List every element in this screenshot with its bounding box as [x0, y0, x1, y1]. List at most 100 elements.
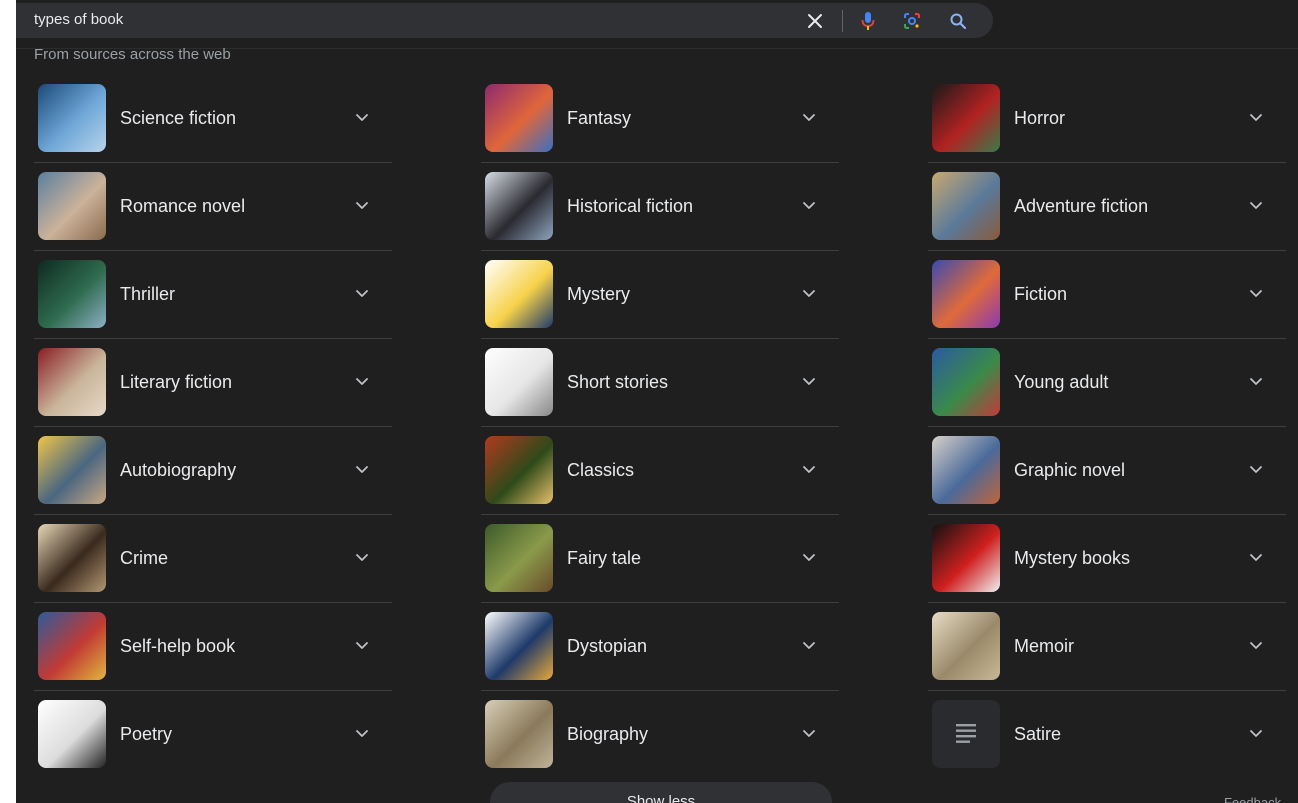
chevron-down-icon[interactable]: [1248, 109, 1264, 125]
result-item-mystery[interactable]: Mystery: [481, 251, 839, 339]
book-thumbnail: [485, 260, 553, 328]
chevron-down-icon[interactable]: [801, 197, 817, 213]
result-item-thriller[interactable]: Thriller: [34, 251, 392, 339]
chevron-down-icon[interactable]: [354, 197, 370, 213]
book-thumbnail: [932, 172, 1000, 240]
result-item-label: Classics: [567, 460, 635, 480]
result-item-label: Young adult: [1014, 372, 1109, 392]
result-item-label: Literary fiction: [120, 372, 233, 392]
chevron-down-icon[interactable]: [801, 725, 817, 741]
result-item-memoir[interactable]: Memoir: [928, 603, 1286, 691]
result-item-label: Graphic novel: [1014, 460, 1126, 480]
text-lines-icon: [956, 724, 976, 743]
chevron-down-icon[interactable]: [801, 109, 817, 125]
result-item-fiction[interactable]: Fiction: [928, 251, 1286, 339]
search-box[interactable]: types of book: [16, 3, 993, 38]
chevron-down-icon[interactable]: [1248, 637, 1264, 653]
result-item-label: Mystery books: [1014, 548, 1131, 568]
result-item-label: Self-help book: [120, 636, 236, 656]
book-thumbnail: [485, 436, 553, 504]
book-thumbnail: [932, 436, 1000, 504]
chevron-down-icon[interactable]: [354, 109, 370, 125]
chevron-down-icon[interactable]: [801, 637, 817, 653]
result-item-label: Poetry: [120, 724, 173, 744]
search-input[interactable]: types of book: [34, 11, 123, 28]
result-item-label: Satire: [1014, 724, 1062, 744]
result-item-autobiography[interactable]: Autobiography: [34, 427, 392, 515]
result-item-graphic-novel[interactable]: Graphic novel: [928, 427, 1286, 515]
result-item-poetry[interactable]: Poetry: [34, 691, 392, 778]
book-thumbnail: [38, 348, 106, 416]
chevron-down-icon[interactable]: [354, 373, 370, 389]
result-item-fantasy[interactable]: Fantasy: [481, 75, 839, 163]
search-icon: [950, 13, 967, 30]
search-results-page: types of book From sources across the we…: [16, 0, 1298, 803]
search-button[interactable]: [944, 7, 972, 35]
book-thumbnail: [485, 524, 553, 592]
chevron-down-icon[interactable]: [801, 549, 817, 565]
result-item-label: Science fiction: [120, 108, 237, 128]
chevron-down-icon[interactable]: [354, 725, 370, 741]
voice-search-button[interactable]: [854, 7, 882, 35]
result-item-crime[interactable]: Crime: [34, 515, 392, 603]
result-item-romance-novel[interactable]: Romance novel: [34, 163, 392, 251]
result-item-mystery-books[interactable]: Mystery books: [928, 515, 1286, 603]
chevron-down-icon[interactable]: [1248, 197, 1264, 213]
chevron-down-icon[interactable]: [1248, 461, 1264, 477]
book-thumbnail: [38, 524, 106, 592]
result-item-science-fiction[interactable]: Science fiction: [34, 75, 392, 163]
chevron-down-icon[interactable]: [1248, 549, 1264, 565]
result-item-young-adult[interactable]: Young adult: [928, 339, 1286, 427]
result-item-dystopian[interactable]: Dystopian: [481, 603, 839, 691]
lens-search-button[interactable]: [898, 7, 926, 35]
chevron-down-icon[interactable]: [1248, 373, 1264, 389]
result-item-label: Crime: [120, 548, 168, 568]
result-item-label: Biography: [567, 724, 649, 744]
result-item-adventure-fiction[interactable]: Adventure fiction: [928, 163, 1286, 251]
chevron-down-icon[interactable]: [354, 549, 370, 565]
result-item-satire[interactable]: Satire: [928, 691, 1286, 778]
result-item-label: Thriller: [120, 284, 176, 304]
show-less-button[interactable]: Show less: [490, 782, 832, 803]
book-thumbnail: [932, 84, 1000, 152]
chevron-down-icon[interactable]: [801, 461, 817, 477]
result-item-label: Short stories: [567, 372, 669, 392]
result-item-label: Fairy tale: [567, 548, 642, 568]
book-thumbnail: [38, 700, 106, 768]
result-item-literary-fiction[interactable]: Literary fiction: [34, 339, 392, 427]
satire-thumbnail: [932, 700, 1000, 768]
book-thumbnail: [485, 612, 553, 680]
book-thumbnail: [38, 260, 106, 328]
result-item-horror[interactable]: Horror: [928, 75, 1286, 163]
chevron-down-icon[interactable]: [354, 285, 370, 301]
result-item-classics[interactable]: Classics: [481, 427, 839, 515]
result-item-label: Dystopian: [567, 636, 648, 656]
chevron-down-icon[interactable]: [801, 373, 817, 389]
book-thumbnail: [38, 612, 106, 680]
chevron-down-icon[interactable]: [1248, 285, 1264, 301]
search-divider: [842, 10, 843, 32]
chevron-down-icon[interactable]: [1248, 725, 1264, 741]
book-thumbnail: [485, 700, 553, 768]
book-thumbnail: [38, 436, 106, 504]
chevron-down-icon[interactable]: [801, 285, 817, 301]
result-item-fairy-tale[interactable]: Fairy tale: [481, 515, 839, 603]
result-item-label: Horror: [1014, 108, 1066, 128]
camera-lens-icon: [904, 13, 920, 29]
result-item-historical-fiction[interactable]: Historical fiction: [481, 163, 839, 251]
result-item-self-help-book[interactable]: Self-help book: [34, 603, 392, 691]
result-item-label: Historical fiction: [567, 196, 694, 216]
book-types-grid: Science fiction Romance novel Thriller Lite…: [16, 75, 1298, 775]
chevron-down-icon[interactable]: [354, 461, 370, 477]
result-item-label: Autobiography: [120, 460, 237, 480]
result-item-label: Memoir: [1014, 636, 1075, 656]
result-item-label: Fiction: [1014, 284, 1068, 304]
grid-column-2: Fantasy Historical fiction Mystery Short st…: [481, 75, 839, 778]
chevron-down-icon[interactable]: [354, 637, 370, 653]
result-item-short-stories[interactable]: Short stories: [481, 339, 839, 427]
clear-button[interactable]: [801, 7, 829, 35]
book-thumbnail: [932, 524, 1000, 592]
result-item-label: Mystery: [567, 284, 630, 304]
result-item-biography[interactable]: Biography: [481, 691, 839, 778]
feedback-link[interactable]: Feedback: [1224, 795, 1281, 803]
